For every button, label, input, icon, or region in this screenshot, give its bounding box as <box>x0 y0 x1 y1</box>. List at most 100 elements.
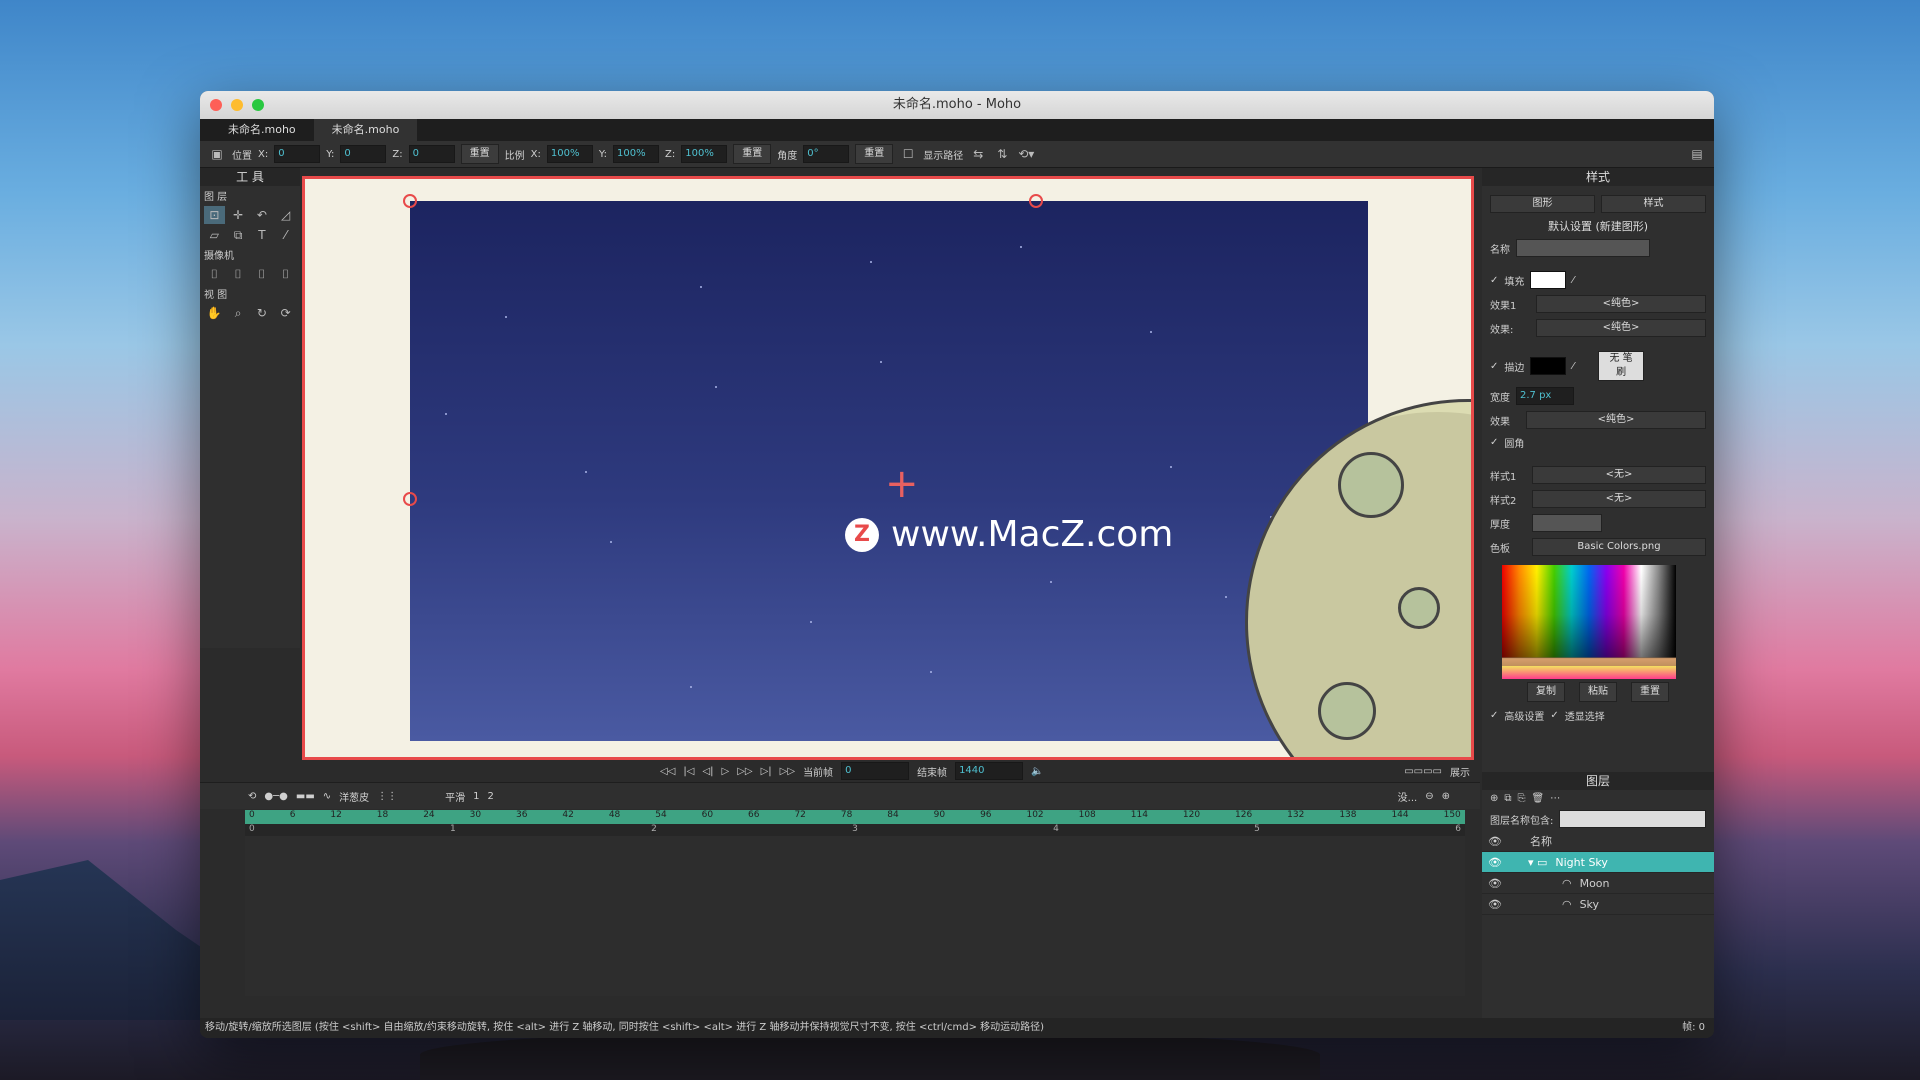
timeline-tracks[interactable] <box>245 836 1465 996</box>
duplicate-layer-icon[interactable]: ⧉ <box>1504 793 1511 804</box>
rotate-layer-icon[interactable]: ↶ <box>252 206 273 224</box>
transform-layer-icon[interactable]: ⊡ <box>204 206 225 224</box>
copy-button[interactable]: 复制 <box>1527 682 1565 702</box>
select-layer-icon[interactable]: ⧉ <box>228 226 249 244</box>
camera-zoom-icon[interactable]: ⌷ <box>228 265 249 283</box>
next-key-icon[interactable]: ▷| <box>761 766 772 777</box>
width-field[interactable]: 2.7 px <box>1516 387 1574 405</box>
prev-frame-icon[interactable]: ◁| <box>702 766 713 777</box>
scale-y-field[interactable]: 100% <box>613 145 660 163</box>
reset-position-button[interactable]: 重置 <box>460 144 499 164</box>
scale-x-field[interactable]: 100% <box>546 145 593 163</box>
close-button[interactable] <box>210 99 222 111</box>
style2-dropdown[interactable]: <无> <box>1532 490 1706 508</box>
more-icon[interactable]: ⋯ <box>1550 793 1560 804</box>
perspective-icon[interactable]: ▱ <box>204 226 225 244</box>
effect2-dropdown[interactable]: <纯色> <box>1536 319 1706 337</box>
text-icon[interactable]: T <box>252 226 273 244</box>
keyframe-toggle-icon[interactable]: ●─● <box>264 791 287 802</box>
display-label[interactable]: 展示 <box>1450 764 1470 779</box>
reset-style-button[interactable]: 重置 <box>1631 682 1669 702</box>
bounding-handle[interactable] <box>403 492 417 506</box>
layer-row[interactable]: 👁 ◠ Sky <box>1482 894 1714 915</box>
fill-eyedropper-icon[interactable]: ⁄ <box>1572 275 1574 286</box>
layer-icon[interactable]: ▣ <box>208 145 226 163</box>
camera-roll-icon[interactable]: ⌷ <box>252 265 273 283</box>
advanced-checkbox[interactable]: ✓ <box>1490 710 1498 721</box>
next-frame-icon[interactable]: ▷▷ <box>737 766 752 777</box>
rotate-view-icon[interactable]: ↻ <box>252 304 273 322</box>
thickness-field[interactable] <box>1532 514 1602 532</box>
stage-canvas[interactable]: + Z www.MacZ.com <box>302 176 1474 760</box>
zoom-dropdown[interactable]: 没... <box>1398 789 1418 804</box>
current-frame-field[interactable]: 0 <box>841 762 910 780</box>
transform-mode-icon[interactable]: ⟲▾ <box>1017 145 1035 163</box>
style1-dropdown[interactable]: <无> <box>1532 466 1706 484</box>
copy-layer-icon[interactable]: ⎘ <box>1518 793 1526 804</box>
grid-icon[interactable]: ⋮⋮ <box>377 791 397 802</box>
palette-dropdown[interactable]: Basic Colors.png <box>1532 538 1706 556</box>
no-brush-button[interactable]: 无 笔刷 <box>1598 351 1645 381</box>
end-frame-field[interactable]: 1440 <box>955 762 1024 780</box>
transparent-checkbox[interactable]: ✓ <box>1550 710 1558 721</box>
show-path-checkbox[interactable]: ☐ <box>899 145 917 163</box>
round-checkbox[interactable]: ✓ <box>1490 437 1498 448</box>
bounding-handle[interactable] <box>403 194 417 208</box>
zoom-in-icon[interactable]: ⊕ <box>1442 791 1450 802</box>
eye-icon[interactable]: 👁 <box>1488 877 1502 890</box>
fill-color-swatch[interactable] <box>1530 271 1567 289</box>
minimize-button[interactable] <box>231 99 243 111</box>
zoom-button[interactable] <box>252 99 264 111</box>
motion-graph-icon[interactable]: ∿ <box>323 791 331 802</box>
reset-angle-button[interactable]: 重置 <box>855 144 894 164</box>
angle-field[interactable]: 0° <box>803 145 850 163</box>
end-icon[interactable]: ▷▷ <box>780 766 795 777</box>
sequencer-icon[interactable]: ▬▬ <box>296 791 315 802</box>
position-z-field[interactable]: 0 <box>408 145 455 163</box>
loop-icon[interactable]: ⟲ <box>248 791 256 802</box>
interpolation-count[interactable]: 1 <box>473 791 479 802</box>
paste-button[interactable]: 粘贴 <box>1579 682 1617 702</box>
stroke-eyedropper-icon[interactable]: ⁄ <box>1572 361 1574 372</box>
new-layer-icon[interactable]: ⊕ <box>1490 793 1498 804</box>
tab-document-1[interactable]: 未命名.moho <box>210 119 314 141</box>
shear-layer-icon[interactable]: ◿ <box>275 206 296 224</box>
position-x-field[interactable]: 0 <box>274 145 321 163</box>
play-icon[interactable]: ▷ <box>722 766 730 777</box>
delete-layer-icon[interactable]: 🗑 <box>1532 793 1545 804</box>
stroke-color-swatch[interactable] <box>1530 357 1567 375</box>
frame-ruler[interactable]: 0 6 12 18 24 30 36 42 48 54 60 66 72 78 84 90 96 102 108 11… <box>245 810 1465 824</box>
tab-document-2[interactable]: 未命名.moho <box>313 119 418 141</box>
flip-vertical-icon[interactable]: ⇅ <box>993 145 1011 163</box>
rewind-icon[interactable]: ◁◁ <box>660 766 675 777</box>
effect3-dropdown[interactable]: <纯色> <box>1526 411 1706 429</box>
eyedropper-icon[interactable]: ⁄ <box>275 226 296 244</box>
set-origin-icon[interactable]: ✛ <box>228 206 249 224</box>
interpolation-dropdown[interactable]: 平滑 <box>445 789 465 804</box>
shape-dropdown[interactable]: 图形 <box>1490 195 1595 213</box>
layer-origin-crosshair[interactable]: + <box>885 464 919 504</box>
book-icon[interactable]: ▤ <box>1688 145 1706 163</box>
volume-icon[interactable]: 🔈 <box>1031 766 1043 777</box>
flip-horizontal-icon[interactable]: ⇆ <box>969 145 987 163</box>
zoom-out-icon[interactable]: ⊖ <box>1425 791 1433 802</box>
layout-icons[interactable]: ▭▭▭▭ <box>1404 766 1442 777</box>
camera-track-icon[interactable]: ⌷ <box>204 265 225 283</box>
style-dropdown[interactable]: 样式 <box>1601 195 1706 213</box>
layer-filter-input[interactable] <box>1559 810 1706 828</box>
stroke-checkbox[interactable]: ✓ <box>1490 361 1498 372</box>
effect1-dropdown[interactable]: <纯色> <box>1536 295 1706 313</box>
name-field[interactable] <box>1516 239 1650 257</box>
position-y-field[interactable]: 0 <box>340 145 387 163</box>
scale-z-field[interactable]: 100% <box>681 145 728 163</box>
key-count[interactable]: 2 <box>488 791 494 802</box>
bounding-handle[interactable] <box>1029 194 1043 208</box>
eye-icon[interactable]: 👁 <box>1488 856 1502 869</box>
orbit-icon[interactable]: ⟳ <box>275 304 296 322</box>
reset-scale-button[interactable]: 重置 <box>733 144 772 164</box>
fill-checkbox[interactable]: ✓ <box>1490 275 1498 286</box>
layer-row[interactable]: 👁 ▾ ▭ Night Sky <box>1482 852 1714 873</box>
onion-skin-dropdown[interactable]: 洋葱皮 <box>339 789 369 804</box>
prev-key-icon[interactable]: |◁ <box>683 766 694 777</box>
layer-row[interactable]: 👁 ◠ Moon <box>1482 873 1714 894</box>
